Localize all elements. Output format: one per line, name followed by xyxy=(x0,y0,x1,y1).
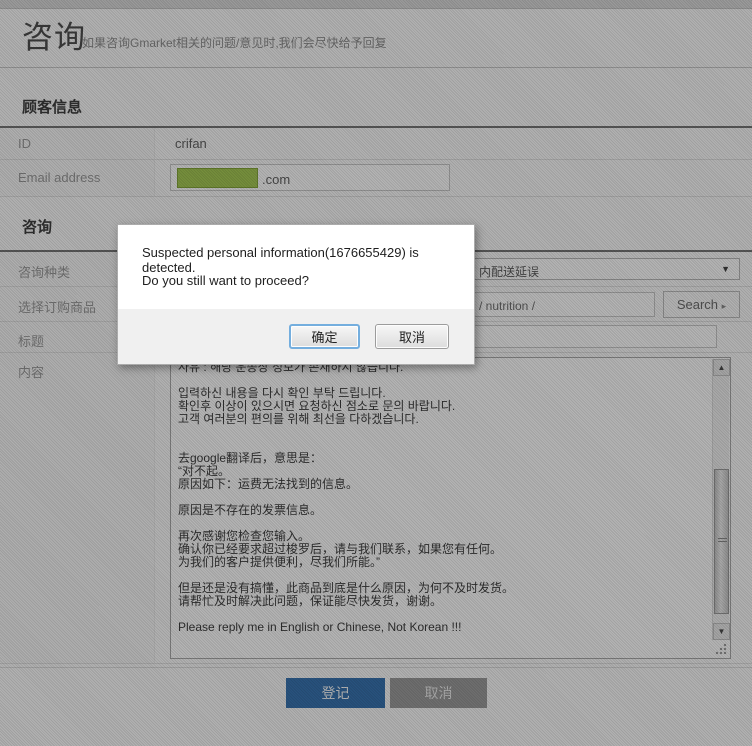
modal-dim-overlay xyxy=(0,0,752,746)
dialog-message-line2: Do you still want to proceed? xyxy=(142,273,309,288)
dialog-ok-button[interactable]: 确定 xyxy=(289,324,360,349)
dialog-footer: 确定 取消 xyxy=(118,309,474,364)
dialog-message-line1: Suspected personal information(167665542… xyxy=(142,245,474,275)
dialog-cancel-button[interactable]: 取消 xyxy=(375,324,449,349)
confirm-dialog: Suspected personal information(167665542… xyxy=(117,224,475,365)
